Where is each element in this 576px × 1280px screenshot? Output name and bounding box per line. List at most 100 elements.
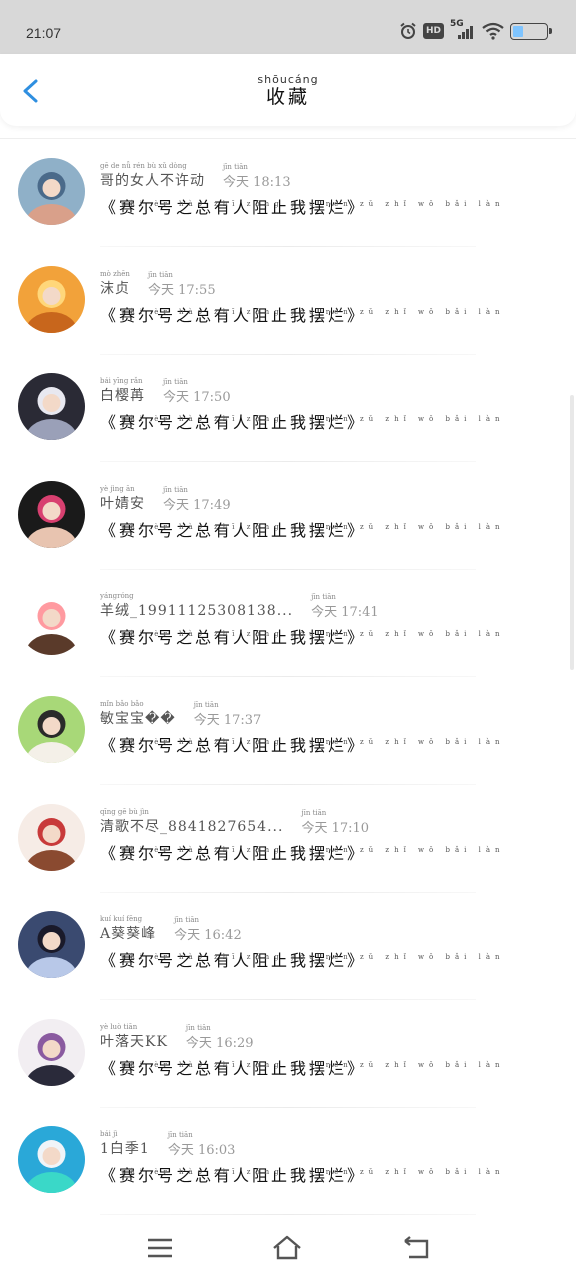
user-name-text: 羊绒_19911125308138... <box>100 603 294 620</box>
avatar[interactable] <box>18 158 85 225</box>
hd-icon: HD <box>422 23 444 39</box>
item-info: yángróng 羊绒_19911125308138... jīn tiān 今… <box>100 592 556 654</box>
user-name[interactable]: bái jì 1白季1 <box>100 1130 150 1158</box>
novel-title-pinyin: sài èr hào zhī zǒng yǒu rén zǔ zhǐ wǒ bǎ… <box>122 522 505 531</box>
timestamp-pinyin: jīn tiān <box>163 485 188 494</box>
list-item[interactable]: bái yīng rǎn 白樱苒 jīn tiān 今天 17:50 sài è… <box>0 355 576 463</box>
user-name-pinyin: kuí kuí fēng <box>100 915 143 924</box>
user-name[interactable]: gē de nǚ rén bù xǔ dòng 哥的女人不许动 <box>100 162 205 190</box>
timestamp: jīn tiān 今天 16:42 <box>174 916 242 943</box>
back-nav-button[interactable] <box>398 1232 434 1264</box>
scrollbar[interactable] <box>570 395 574 670</box>
novel-title[interactable]: sài èr hào zhī zǒng yǒu rén zǔ zhǐ wǒ bǎ… <box>100 730 556 762</box>
timestamp: jīn tiān 今天 17:37 <box>194 701 262 728</box>
timestamp-pinyin: jīn tiān <box>193 701 219 709</box>
list-item[interactable]: yè luò tiān 叶落天KK jīn tiān 今天 16:29 sài … <box>0 1001 576 1108</box>
avatar[interactable] <box>18 480 85 548</box>
novel-title-pinyin: sài èr hào zhī zǒng yǒu rén zǔ zhǐ wǒ bǎ… <box>122 738 505 746</box>
avatar[interactable] <box>18 373 85 441</box>
user-name-pinyin: mò zhēn <box>100 269 130 278</box>
list-item[interactable]: gē de nǚ rén bù xǔ dòng 哥的女人不许动 jīn tiān… <box>0 140 576 247</box>
item-info: mǐn bǎo bǎo 敏宝宝�� jīn tiān 今天 17:37 sài … <box>100 700 556 762</box>
user-name-pinyin: qīng gē bù jìn <box>100 807 149 816</box>
page-title: 收藏 <box>265 86 310 108</box>
battery-icon <box>510 22 552 40</box>
timestamp: jīn tiān 今天 16:29 <box>186 1024 254 1051</box>
timestamp: jīn tiān 今天 17:10 <box>301 809 369 836</box>
home-button[interactable] <box>269 1232 305 1264</box>
item-info: bái yīng rǎn 白樱苒 jīn tiān 今天 17:50 sài è… <box>100 377 556 439</box>
user-name-pinyin: yángróng <box>100 592 134 601</box>
list-item[interactable]: qīng gē bù jìn 清歌不尽_8841827654... jīn ti… <box>0 786 576 893</box>
item-meta: kuí kuí fēng A葵葵峰 jīn tiān 今天 16:42 <box>100 915 556 943</box>
user-name[interactable]: mò zhēn 沫贞 <box>100 270 130 298</box>
avatar[interactable] <box>18 265 85 333</box>
user-name-pinyin: bái yīng rǎn <box>100 377 143 386</box>
novel-title[interactable]: sài èr hào zhī zǒng yǒu rén zǔ zhǐ wǒ bǎ… <box>100 407 556 439</box>
item-info: gē de nǚ rén bù xǔ dòng 哥的女人不许动 jīn tiān… <box>100 162 556 224</box>
avatar[interactable] <box>18 588 85 656</box>
novel-title[interactable]: sài èr hào zhī zǒng yǒu rén zǔ zhǐ wǒ bǎ… <box>100 838 556 870</box>
user-name[interactable]: yángróng 羊绒_19911125308138... <box>100 592 293 620</box>
novel-title-pinyin: sài èr hào zhī zǒng yǒu rén zǔ zhǐ wǒ bǎ… <box>122 630 505 639</box>
list-item[interactable]: bái jì 1白季1 jīn tiān 今天 16:03 sài èr hào… <box>0 1108 576 1216</box>
user-name-pinyin: yè jìng ān <box>100 484 135 493</box>
list-item[interactable]: mǐn bǎo bǎo 敏宝宝�� jīn tiān 今天 17:37 sài … <box>0 678 576 785</box>
user-name-text: 沫贞 <box>100 280 130 297</box>
novel-title[interactable]: sài èr hào zhī zǒng yǒu rén zǔ zhǐ wǒ bǎ… <box>100 192 556 224</box>
user-name[interactable]: kuí kuí fēng A葵葵峰 <box>100 915 156 943</box>
novel-title-pinyin: sài èr hào zhī zǒng yǒu rén zǔ zhǐ wǒ bǎ… <box>122 1168 505 1177</box>
novel-title[interactable]: sài èr hào zhī zǒng yǒu rén zǔ zhǐ wǒ bǎ… <box>100 300 556 332</box>
item-info: bái jì 1白季1 jīn tiān 今天 16:03 sài èr hào… <box>100 1130 556 1192</box>
novel-title[interactable]: sài èr hào zhī zǒng yǒu rén zǔ zhǐ wǒ bǎ… <box>100 622 556 654</box>
5g-signal-icon: 5G <box>450 19 476 40</box>
list-item[interactable]: kuí kuí fēng A葵葵峰 jīn tiān 今天 16:42 sài … <box>0 893 576 1001</box>
user-name-pinyin: yè luò tiān <box>100 1022 138 1031</box>
list-item[interactable]: yángróng 羊绒_19911125308138... jīn tiān 今… <box>0 570 576 678</box>
list-item[interactable]: mò zhēn 沫贞 jīn tiān 今天 17:55 sài èr hào … <box>0 248 576 355</box>
timestamp: jīn tiān 今天 17:49 <box>163 486 231 513</box>
status-icons: HD 5G <box>399 19 552 42</box>
item-meta: bái jì 1白季1 jīn tiān 今天 16:03 <box>100 1130 556 1158</box>
timestamp-pinyin: jīn tiān <box>148 270 173 279</box>
timestamp: jīn tiān 今天 16:03 <box>168 1131 236 1158</box>
page-title-wrap: shōucáng 收藏 <box>0 73 576 109</box>
avatar[interactable] <box>18 1018 85 1086</box>
user-name[interactable]: yè jìng ān 叶婧安 <box>100 485 145 513</box>
avatar[interactable] <box>18 1126 85 1194</box>
timestamp: jīn tiān 今天 17:55 <box>148 271 216 298</box>
novel-title-pinyin: sài èr hào zhī zǒng yǒu rén zǔ zhǐ wǒ bǎ… <box>122 307 505 316</box>
novel-title-pinyin: sài èr hào zhī zǒng yǒu rén zǔ zhǐ wǒ bǎ… <box>122 415 505 424</box>
user-name[interactable]: mǐn bǎo bǎo 敏宝宝�� <box>100 700 176 728</box>
status-time: 21:07 <box>26 25 62 41</box>
novel-title-pinyin: sài èr hào zhī zǒng yǒu rén zǔ zhǐ wǒ bǎ… <box>122 200 505 208</box>
top-app-bar: shōucáng 收藏 <box>0 54 576 126</box>
item-meta: yè luò tiān 叶落天KK jīn tiān 今天 16:29 <box>100 1023 556 1051</box>
menu-button[interactable] <box>142 1232 178 1264</box>
novel-title-pinyin: sài èr hào zhī zǒng yǒu rén zǔ zhǐ wǒ bǎ… <box>122 1060 505 1069</box>
page-title-pinyin: shōucáng <box>257 73 319 86</box>
avatar[interactable] <box>18 696 85 763</box>
timestamp: jīn tiān 今天 17:50 <box>163 378 231 405</box>
avatar[interactable] <box>18 911 85 979</box>
item-meta: yángróng 羊绒_19911125308138... jīn tiān 今… <box>100 592 556 620</box>
avatar[interactable] <box>18 803 85 871</box>
user-name-text: 1白季1 <box>100 1141 150 1158</box>
novel-title[interactable]: sài èr hào zhī zǒng yǒu rén zǔ zhǐ wǒ bǎ… <box>100 515 556 547</box>
user-name-text: 叶婧安 <box>100 495 145 512</box>
divider <box>0 138 576 139</box>
user-name[interactable]: yè luò tiān 叶落天KK <box>100 1023 168 1051</box>
novel-title[interactable]: sài èr hào zhī zǒng yǒu rén zǔ zhǐ wǒ bǎ… <box>100 945 556 977</box>
novel-title[interactable]: sài èr hào zhī zǒng yǒu rén zǔ zhǐ wǒ bǎ… <box>100 1160 556 1192</box>
user-name[interactable]: bái yīng rǎn 白樱苒 <box>100 377 145 405</box>
timestamp-pinyin: jīn tiān <box>311 593 336 602</box>
novel-title[interactable]: sài èr hào zhī zǒng yǒu rén zǔ zhǐ wǒ bǎ… <box>100 1053 556 1085</box>
user-name-text: 白樱苒 <box>100 388 145 405</box>
user-name[interactable]: qīng gē bù jìn 清歌不尽_8841827654... <box>100 808 283 836</box>
timestamp: jīn tiān 今天 17:41 <box>311 593 379 620</box>
list-item[interactable]: yè jìng ān 叶婧安 jīn tiān 今天 17:49 sài èr … <box>0 463 576 570</box>
timestamp-pinyin: jīn tiān <box>174 916 200 925</box>
item-meta: bái yīng rǎn 白樱苒 jīn tiān 今天 17:50 <box>100 377 556 405</box>
item-meta: yè jìng ān 叶婧安 jīn tiān 今天 17:49 <box>100 485 556 513</box>
user-name-pinyin: mǐn bǎo bǎo <box>100 700 144 708</box>
